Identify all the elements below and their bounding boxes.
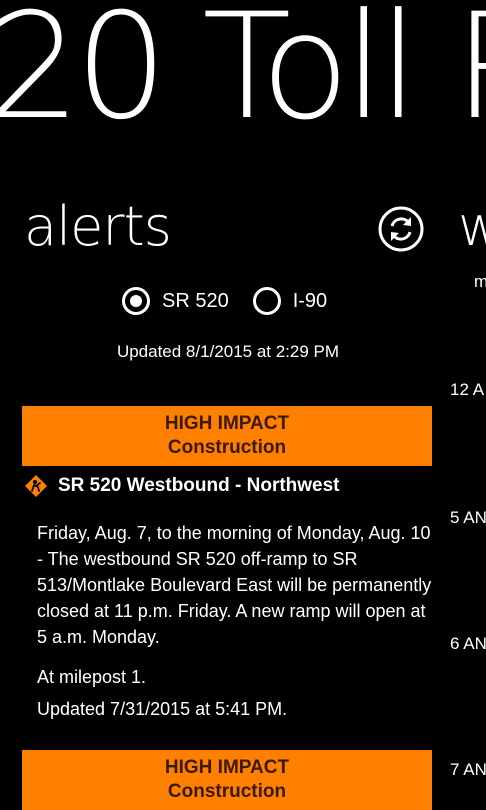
alert-impact-banner: HIGH IMPACT Construction xyxy=(22,750,432,810)
pivot-header-next[interactable]: w xyxy=(458,196,486,258)
alert-description: Friday, Aug. 7, to the morning of Monday… xyxy=(37,523,432,647)
side-time-label: 12 A xyxy=(450,380,485,399)
alert-impact-label: HIGH IMPACT xyxy=(164,757,290,778)
alert-impact-banner: HIGH IMPACT Construction xyxy=(22,406,432,466)
radio-unchecked-icon[interactable] xyxy=(252,287,281,315)
route-filter: SR 520 I-90 xyxy=(122,283,351,319)
alert-milepost: At milepost 1. xyxy=(37,667,147,687)
construction-sign-icon xyxy=(25,475,47,497)
alert-heading: SR 520 Westbound - Northwest xyxy=(24,474,340,498)
side-time-label: 6 AN xyxy=(450,634,486,653)
side-time-label: 5 AN xyxy=(450,508,486,527)
side-time-label: 7 AN xyxy=(450,760,486,779)
alert-category-label: Construction xyxy=(167,437,287,458)
route-option-label: SR 520 xyxy=(162,289,229,312)
app-screen: 20 Toll R alerts w m SR 520 I-90 Updated… xyxy=(0,0,486,810)
route-option-sr520[interactable]: SR 520 xyxy=(122,287,229,315)
route-option-i90[interactable]: I-90 xyxy=(252,287,328,315)
refresh-icon[interactable] xyxy=(378,206,424,252)
alert-heading-text: SR 520 Westbound - Northwest xyxy=(58,475,340,496)
app-title: 20 Toll R xyxy=(0,0,486,152)
alert-impact-label: HIGH IMPACT xyxy=(164,413,290,434)
radio-checked-icon[interactable] xyxy=(122,287,150,315)
alert-updated: Updated 7/31/2015 at 5:41 PM. xyxy=(37,699,288,719)
pivot-header-alerts[interactable]: alerts xyxy=(24,196,172,258)
alert-category-label: Construction xyxy=(167,781,287,802)
route-option-label: I-90 xyxy=(292,289,328,312)
pivot-next-subtitle: m xyxy=(474,272,486,291)
last-updated-text: Updated 8/1/2015 at 2:29 PM xyxy=(116,342,340,361)
